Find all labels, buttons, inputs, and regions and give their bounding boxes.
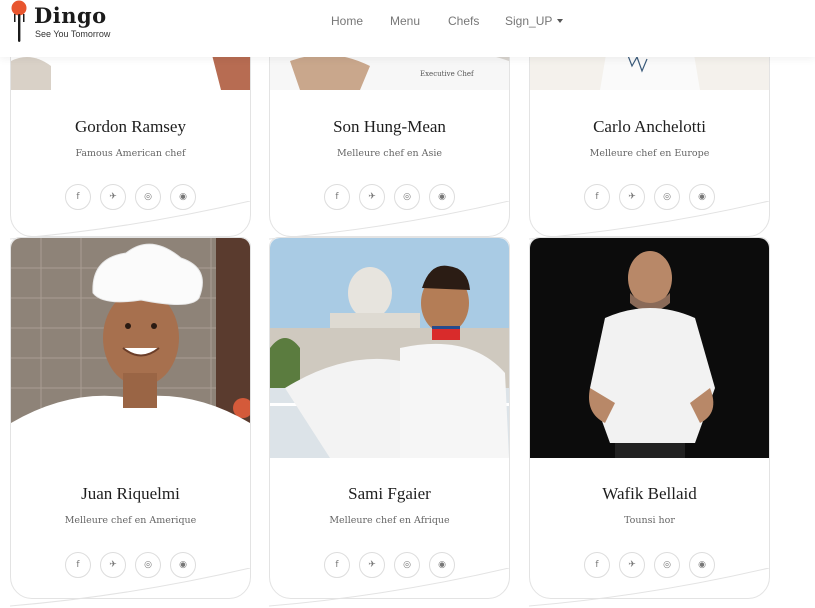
dribbble-icon[interactable]: ◉ xyxy=(170,552,196,578)
navbar: Dingo See You Tomorrow Home Menu Chefs S… xyxy=(0,0,815,57)
chef-photo xyxy=(530,238,769,458)
facebook-icon[interactable]: f xyxy=(584,552,610,578)
chef-role: Melleure chef en Amerique xyxy=(64,515,197,526)
dribbble-icon[interactable]: ◉ xyxy=(429,552,455,578)
twitter-icon[interactable]: ✈ xyxy=(619,184,645,210)
chef-role: Melleure chef en Europe xyxy=(589,148,710,159)
instagram-icon[interactable]: ◎ xyxy=(654,184,680,210)
dribbble-icon[interactable]: ◉ xyxy=(689,184,715,210)
caret-down-icon xyxy=(557,19,564,23)
facebook-icon[interactable]: f xyxy=(324,552,350,578)
social-links: f ✈ ◎ ◉ xyxy=(65,552,205,578)
instagram-icon[interactable]: ◎ xyxy=(654,552,680,578)
instagram-icon[interactable]: ◎ xyxy=(394,552,420,578)
facebook-icon[interactable]: f xyxy=(65,184,91,210)
chef-name: Gordon Ramsey xyxy=(75,117,186,136)
facebook-icon[interactable]: f xyxy=(65,552,91,578)
chef-role: Tounsi hor xyxy=(624,515,675,526)
dribbble-icon[interactable]: ◉ xyxy=(689,552,715,578)
twitter-icon[interactable]: ✈ xyxy=(359,552,385,578)
instagram-icon[interactable]: ◎ xyxy=(135,184,161,210)
chef-photo xyxy=(270,238,509,458)
chef-name: Carlo Anchelotti xyxy=(593,117,706,136)
svg-text:Executive Chef: Executive Chef xyxy=(420,70,475,78)
chef-card: Juan Riquelmi Melleure chef en Amerique … xyxy=(10,237,251,607)
chef-name: Juan Riquelmi xyxy=(81,484,180,503)
nav-home[interactable]: Home xyxy=(331,14,363,28)
chef-name: Sami Fgaier xyxy=(348,484,431,503)
chef-name: Wafik Bellaid xyxy=(602,484,697,503)
nav-chefs[interactable]: Chefs xyxy=(448,14,479,28)
nav-sign-up-label: Sign_UP xyxy=(505,14,553,28)
chef-card: Wafik Bellaid Tounsi hor f ✈ ◎ ◉ xyxy=(529,237,770,607)
social-links: f ✈ ◎ ◉ xyxy=(324,552,464,578)
dribbble-icon[interactable]: ◉ xyxy=(429,184,455,210)
facebook-icon[interactable]: f xyxy=(584,184,610,210)
chef-photo xyxy=(11,238,250,458)
nav-menu[interactable]: Menu xyxy=(390,14,420,28)
facebook-icon[interactable]: f xyxy=(324,184,350,210)
chef-role: Melleure chef en Asie xyxy=(336,148,443,159)
main-nav: Home Menu Chefs Sign_UP xyxy=(0,0,815,44)
twitter-icon[interactable]: ✈ xyxy=(619,552,645,578)
chef-role: Melleure chef en Afrique xyxy=(329,515,450,526)
social-links: f ✈ ◎ ◉ xyxy=(65,184,205,210)
social-links: f ✈ ◎ ◉ xyxy=(584,184,724,210)
social-links: f ✈ ◎ ◉ xyxy=(324,184,464,210)
chef-name: Son Hung-Mean xyxy=(333,117,446,136)
nav-sign-up-dropdown[interactable]: Sign_UP xyxy=(505,14,564,28)
chef-card: Sami Fgaier Melleure chef en Afrique f ✈… xyxy=(269,237,510,607)
chef-role: Famous American chef xyxy=(75,148,186,159)
twitter-icon[interactable]: ✈ xyxy=(100,552,126,578)
twitter-icon[interactable]: ✈ xyxy=(100,184,126,210)
twitter-icon[interactable]: ✈ xyxy=(359,184,385,210)
dribbble-icon[interactable]: ◉ xyxy=(170,184,196,210)
social-links: f ✈ ◎ ◉ xyxy=(584,552,724,578)
instagram-icon[interactable]: ◎ xyxy=(394,184,420,210)
instagram-icon[interactable]: ◎ xyxy=(135,552,161,578)
